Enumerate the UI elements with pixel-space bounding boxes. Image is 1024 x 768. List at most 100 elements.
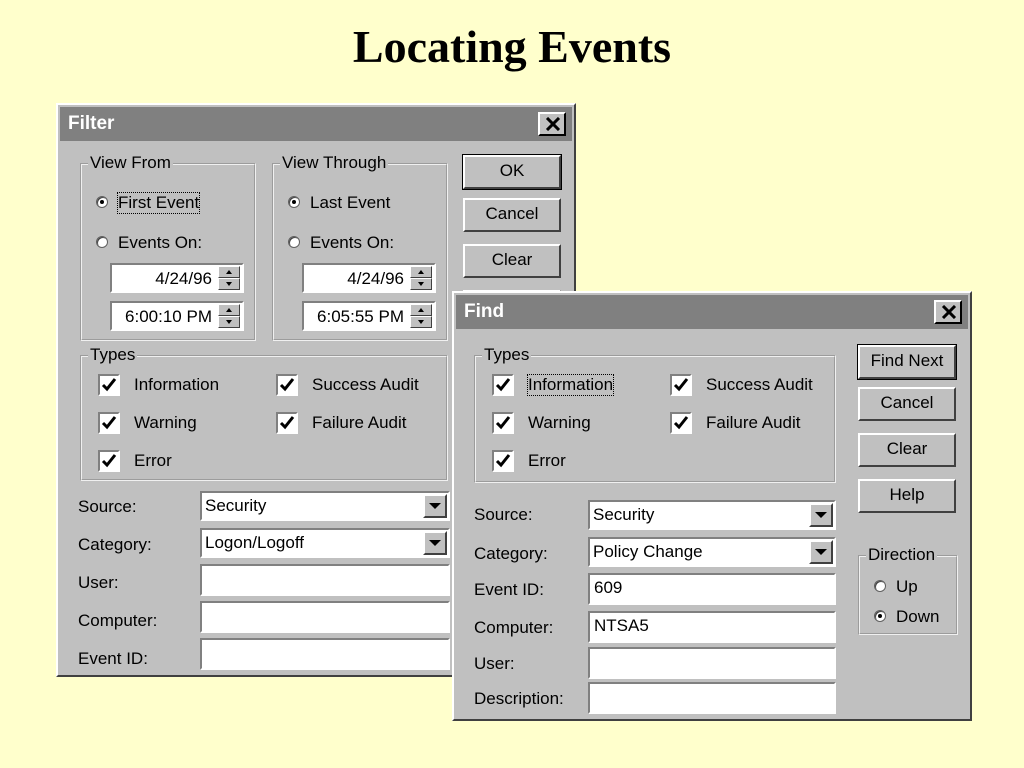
radio-unselected-icon — [874, 580, 886, 592]
view-from-label: View From — [88, 153, 173, 173]
checkmark-icon — [495, 454, 511, 468]
radio-selected-icon — [96, 196, 108, 208]
through-events-on-label: Events On: — [310, 233, 395, 252]
view-from-group: View From First Event Events On: 4/24/96… — [80, 153, 256, 341]
find-description-label: Description: — [474, 689, 564, 708]
find-warning-label: Warning — [528, 413, 591, 432]
spin-up-button[interactable] — [218, 304, 240, 316]
information-label: Information — [134, 375, 220, 394]
from-date-value: 4/24/96 — [155, 269, 212, 288]
checkmark-icon — [101, 416, 117, 430]
chevron-down-icon — [815, 549, 827, 555]
filter-category-label: Category: — [78, 535, 152, 554]
find-clear-button[interactable]: Clear — [858, 433, 956, 467]
view-through-label: View Through — [280, 153, 389, 173]
checkmark-icon — [495, 416, 511, 430]
filter-user-input[interactable] — [200, 564, 450, 596]
filter-titlebar[interactable]: Filter — [60, 107, 572, 141]
from-time-value: 6:00:10 PM — [125, 307, 212, 326]
find-event-id-input[interactable]: 609 — [588, 573, 836, 605]
dropdown-button[interactable] — [809, 503, 833, 527]
spin-up-button[interactable] — [410, 304, 432, 316]
checkmark-icon — [279, 416, 295, 430]
find-next-button[interactable]: Find Next — [857, 344, 957, 380]
from-events-on-label: Events On: — [118, 233, 203, 252]
checkbox-checked — [670, 374, 692, 396]
radio-unselected-icon — [96, 236, 108, 248]
error-label: Error — [134, 451, 172, 470]
direction-label: Direction — [866, 545, 938, 565]
dropdown-button[interactable] — [423, 531, 447, 555]
find-description-input[interactable] — [588, 682, 836, 714]
find-category-label: Category: — [474, 544, 548, 563]
find-help-button[interactable]: Help — [858, 479, 956, 513]
through-time-value: 6:05:55 PM — [317, 307, 404, 326]
find-source-select[interactable]: Security — [588, 500, 836, 530]
find-computer-input[interactable]: NTSA5 — [588, 611, 836, 643]
close-icon — [545, 117, 561, 131]
spin-down-button[interactable] — [410, 278, 432, 290]
arrow-up-icon — [418, 308, 424, 312]
from-date-spinner[interactable]: 4/24/96 — [110, 263, 244, 293]
chevron-down-icon — [429, 540, 441, 546]
find-user-input[interactable] — [588, 647, 836, 679]
checkmark-icon — [279, 378, 295, 392]
direction-group: Direction Up Down — [858, 545, 958, 635]
checkbox-checked — [276, 374, 298, 396]
spin-up-button[interactable] — [410, 266, 432, 278]
filter-source-value: Security — [205, 496, 267, 515]
spin-down-button[interactable] — [218, 316, 240, 328]
chevron-down-icon — [815, 512, 827, 518]
find-types-group: Types Information Success Audit Warning … — [474, 345, 836, 483]
filter-source-label: Source: — [78, 497, 137, 516]
find-titlebar[interactable]: Find — [456, 295, 968, 329]
spin-down-button[interactable] — [410, 316, 432, 328]
last-event-label: Last Event — [310, 193, 391, 212]
checkbox-checked — [492, 412, 514, 434]
find-category-value: Policy Change — [593, 542, 703, 561]
filter-cancel-button[interactable]: Cancel — [463, 198, 561, 232]
find-types-label: Types — [482, 345, 532, 365]
find-close-button[interactable] — [934, 300, 962, 324]
filter-category-select[interactable]: Logon/Logoff — [200, 528, 450, 558]
failure-audit-label: Failure Audit — [312, 413, 407, 432]
find-computer-label: Computer: — [474, 618, 554, 637]
spin-down-button[interactable] — [218, 278, 240, 290]
arrow-up-icon — [226, 270, 232, 274]
find-information-label: Information — [526, 374, 615, 396]
dropdown-button[interactable] — [809, 540, 833, 564]
checkmark-icon — [101, 378, 117, 392]
through-date-spinner[interactable]: 4/24/96 — [302, 263, 436, 293]
filter-close-button[interactable] — [538, 112, 566, 136]
checkbox-checked — [98, 412, 120, 434]
from-time-spinner[interactable]: 6:00:10 PM — [110, 301, 244, 331]
dropdown-button[interactable] — [423, 494, 447, 518]
checkbox-checked — [670, 412, 692, 434]
first-event-label: First Event — [116, 192, 201, 214]
ok-button[interactable]: OK — [462, 154, 562, 190]
radio-selected-icon — [874, 610, 886, 622]
spin-up-button[interactable] — [218, 266, 240, 278]
arrow-down-icon — [418, 320, 424, 324]
find-source-value: Security — [593, 505, 655, 524]
filter-clear-button[interactable]: Clear — [463, 244, 561, 278]
checkmark-icon — [101, 454, 117, 468]
checkmark-icon — [673, 416, 689, 430]
close-icon — [941, 305, 957, 319]
filter-source-select[interactable]: Security — [200, 491, 450, 521]
filter-event-id-input[interactable] — [200, 638, 450, 670]
filter-computer-input[interactable] — [200, 601, 450, 633]
radio-unselected-icon — [288, 236, 300, 248]
find-user-label: User: — [474, 654, 515, 673]
arrow-up-icon — [418, 270, 424, 274]
find-category-select[interactable]: Policy Change — [588, 537, 836, 567]
find-dialog: Find Types Information Success Audit War… — [452, 291, 972, 721]
find-event-id-label: Event ID: — [474, 580, 544, 599]
radio-selected-icon — [288, 196, 300, 208]
find-cancel-button[interactable]: Cancel — [858, 387, 956, 421]
checkbox-checked — [98, 450, 120, 472]
success-audit-label: Success Audit — [312, 375, 419, 394]
checkmark-icon — [495, 378, 511, 392]
through-date-value: 4/24/96 — [347, 269, 404, 288]
through-time-spinner[interactable]: 6:05:55 PM — [302, 301, 436, 331]
